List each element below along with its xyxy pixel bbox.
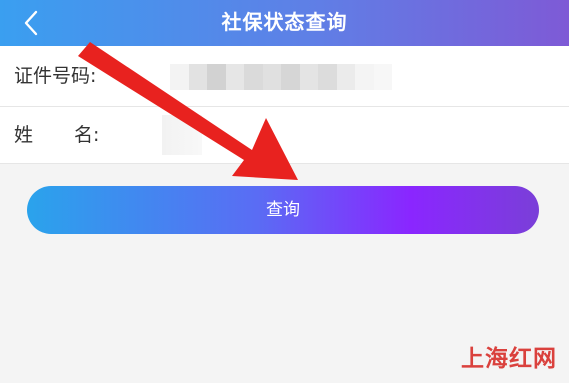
page-title: 社保状态查询 [221,10,348,34]
query-form: 证件号码: 姓 名: [0,46,569,164]
name-field[interactable] [162,115,202,155]
watermark: 上海红网 [461,346,557,372]
id-number-row: 证件号码: [0,46,569,107]
name-label-second: 名: [74,124,100,146]
name-label-first: 姓 [14,124,34,146]
id-number-label: 证件号码: [14,65,97,87]
name-row: 姓 名: [0,107,569,164]
query-button[interactable]: 查询 [27,186,539,234]
id-number-field[interactable] [170,64,392,90]
app-header: 社保状态查询 [0,0,569,46]
